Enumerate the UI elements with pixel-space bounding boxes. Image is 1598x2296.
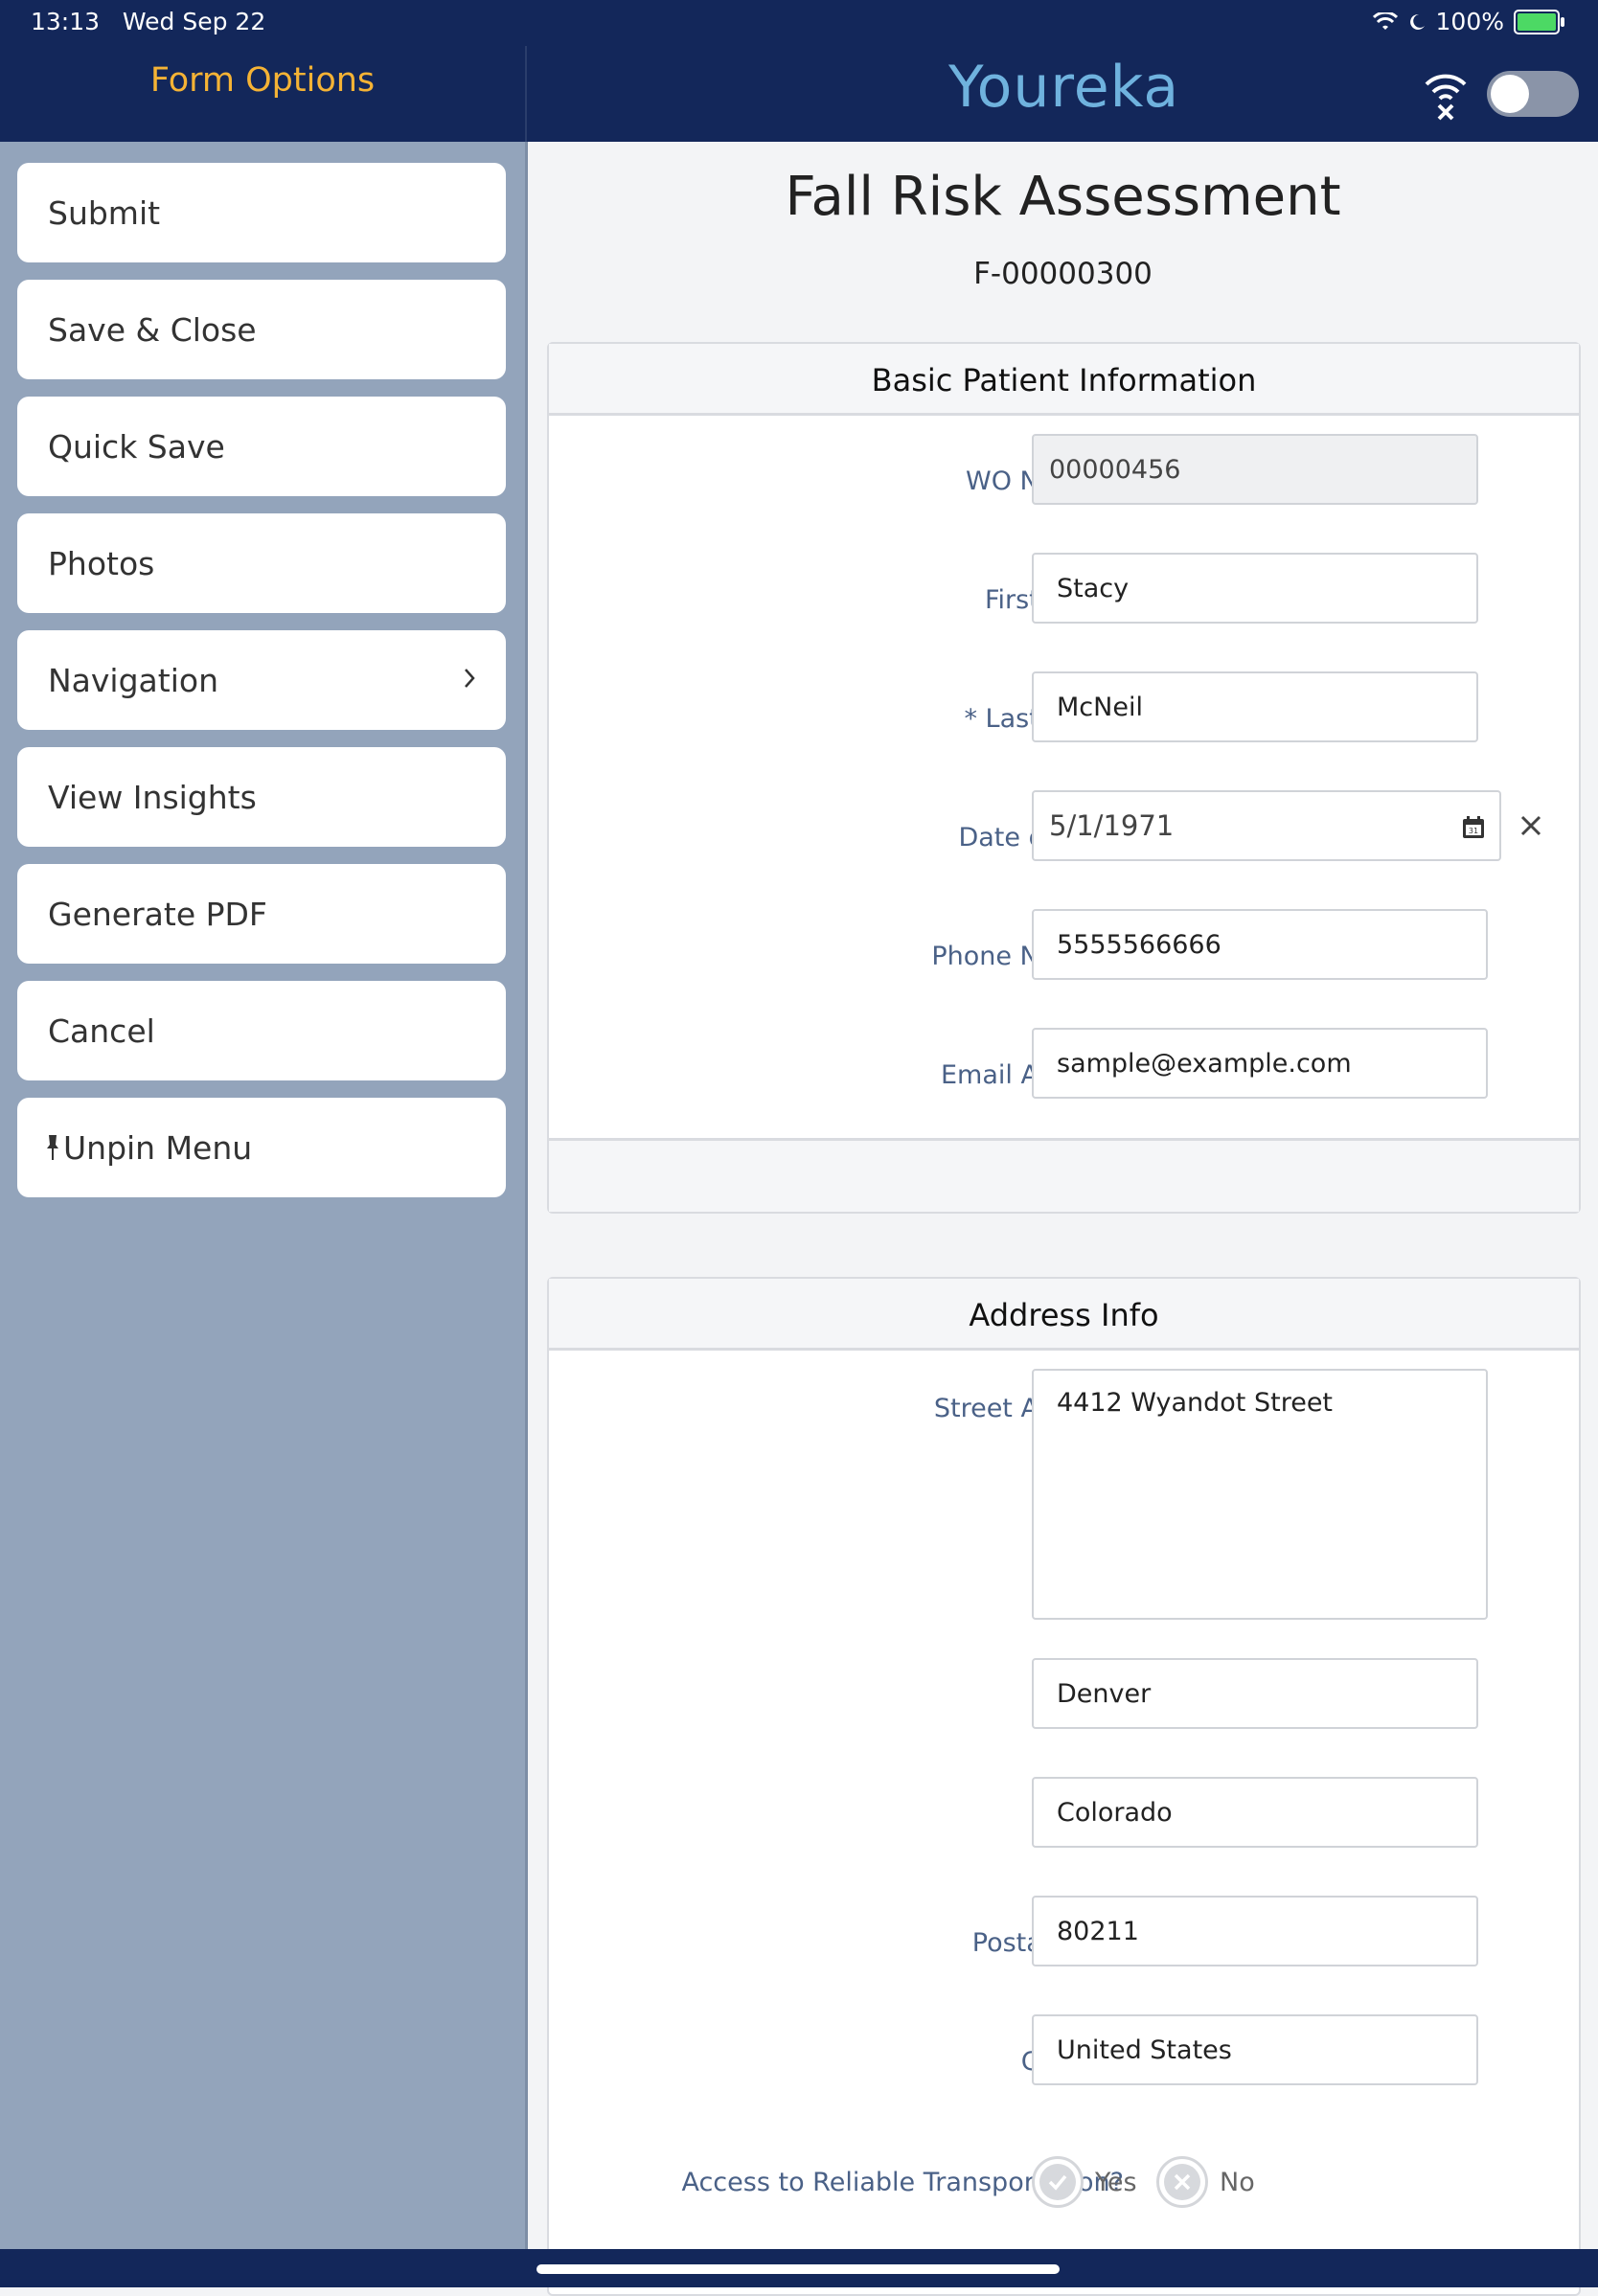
transportation-yes-radio[interactable] <box>1032 2156 1084 2208</box>
moon-icon <box>1409 13 1425 30</box>
transportation-yes-label: Yes <box>1095 2168 1137 2197</box>
sidebar-title: Form Options <box>149 61 376 100</box>
form-main: Fall Risk Assessment F-00000300 Basic Pa… <box>528 142 1598 2296</box>
battery-icon <box>1514 9 1564 34</box>
first-name-field[interactable]: Stacy <box>1032 553 1478 624</box>
date: Wed Sep 22 <box>122 8 266 35</box>
dob-field[interactable]: 5/1/1971 31 <box>1032 790 1501 861</box>
last-name-field[interactable]: McNeil <box>1032 671 1478 742</box>
cancel-button[interactable]: Cancel <box>17 981 506 1080</box>
form-id: F-00000300 <box>973 257 1153 291</box>
street-address-field[interactable]: 4412 Wyandot Street <box>1032 1369 1488 1620</box>
country-field[interactable]: United States <box>1032 2014 1478 2085</box>
status-icons: 100% <box>1372 8 1564 35</box>
pin-icon <box>47 1135 58 1160</box>
section-footer <box>549 1138 1579 1212</box>
header-divider <box>525 46 527 142</box>
phone-field[interactable]: 5555566666 <box>1032 909 1488 980</box>
unpin-menu-button[interactable]: Unpin Menu <box>17 1098 506 1197</box>
wifi-icon <box>1372 11 1398 30</box>
email-field[interactable]: sample@example.com <box>1032 1028 1488 1099</box>
status-time: 13:13 Wed Sep 22 <box>31 8 265 35</box>
transportation-no-radio[interactable] <box>1156 2156 1208 2208</box>
bottom-bar <box>0 2249 1598 2287</box>
svg-text:31: 31 <box>1469 827 1478 835</box>
dob-value: 5/1/1971 <box>1049 809 1175 842</box>
x-icon <box>1174 2173 1191 2191</box>
time: 13:13 <box>31 8 101 35</box>
submit-button[interactable]: Submit <box>17 163 506 262</box>
form-title: Fall Risk Assessment <box>785 166 1341 228</box>
navigation-button[interactable]: Navigation <box>17 630 506 730</box>
offline-toggle[interactable] <box>1487 71 1579 117</box>
section-heading: Basic Patient Information <box>549 344 1579 416</box>
brand-logo: Youreka <box>948 54 1180 121</box>
postal-code-field[interactable]: 80211 <box>1032 1896 1478 1966</box>
clear-date-icon[interactable] <box>1518 813 1543 838</box>
battery-percent: 100% <box>1435 8 1504 35</box>
home-indicator[interactable] <box>536 2264 1060 2274</box>
city-field[interactable]: Denver <box>1032 1658 1478 1729</box>
generate-pdf-button[interactable]: Generate PDF <box>17 864 506 964</box>
top-bar: 13:13 Wed Sep 22 100% Form Options Youre… <box>0 0 1598 142</box>
offline-wifi-icon <box>1425 74 1467 121</box>
calendar-icon[interactable]: 31 <box>1461 815 1486 840</box>
quick-save-button[interactable]: Quick Save <box>17 397 506 496</box>
section-heading: Address Info <box>549 1279 1579 1351</box>
view-insights-button[interactable]: View Insights <box>17 747 506 847</box>
address-info-section: Address Info Street Address 4412 Wyandot… <box>547 1277 1581 2296</box>
transportation-no-label: No <box>1220 2168 1255 2197</box>
basic-patient-info-section: Basic Patient Information WO Number 0000… <box>547 342 1581 1214</box>
state-field[interactable]: Colorado <box>1032 1777 1478 1848</box>
chevron-right-icon <box>465 669 475 688</box>
form-options-sidebar: Submit Save & Close Quick Save Photos Na… <box>0 142 528 2249</box>
photos-button[interactable]: Photos <box>17 513 506 613</box>
save-close-button[interactable]: Save & Close <box>17 280 506 379</box>
check-icon <box>1048 2174 1067 2191</box>
wo-number-field: 00000456 <box>1032 434 1478 505</box>
